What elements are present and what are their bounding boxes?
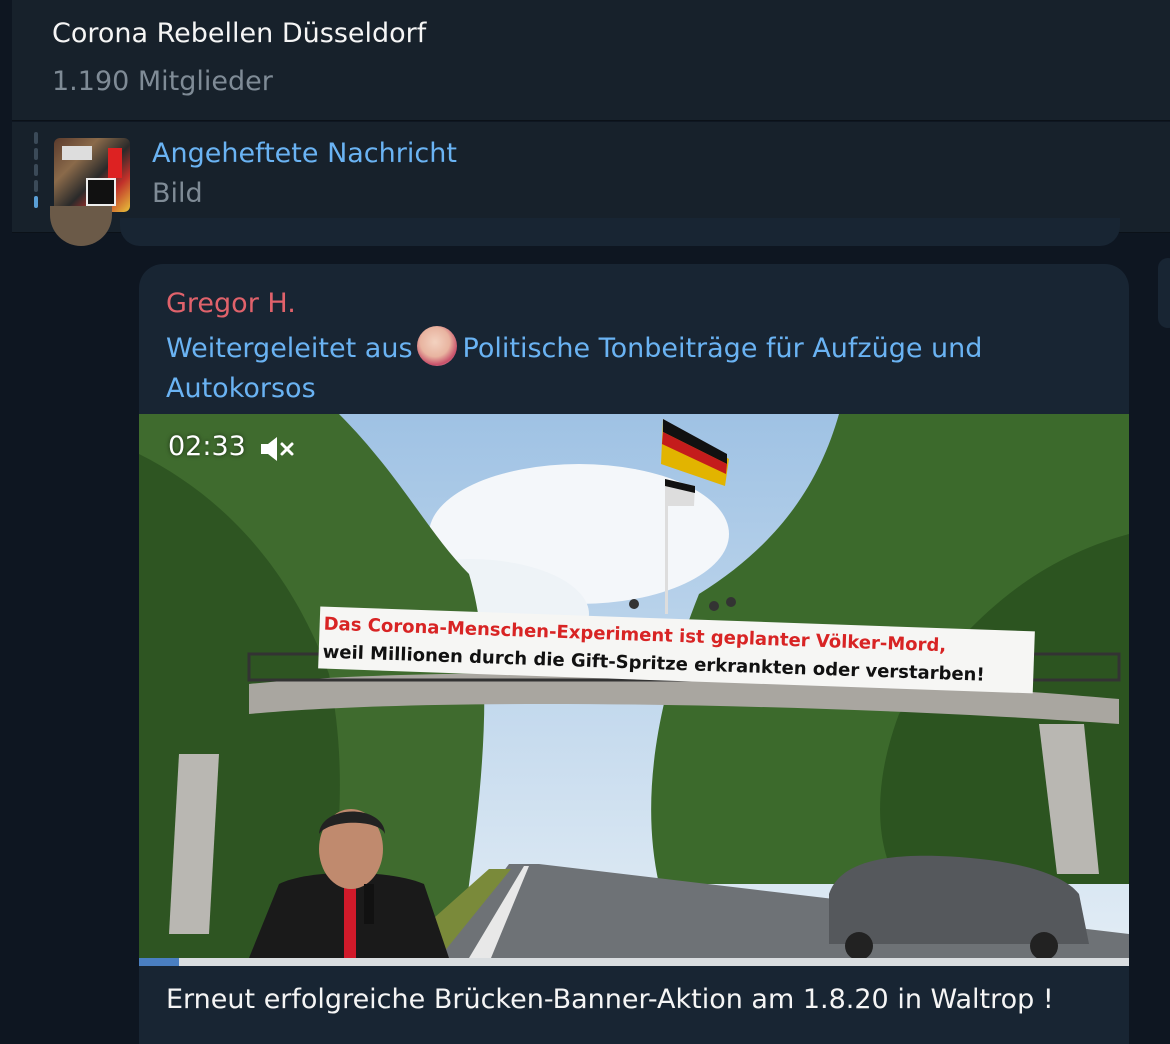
scroll-button[interactable] [1158, 258, 1170, 328]
chat-header[interactable]: Corona Rebellen Düsseldorf 1.190 Mitglie… [12, 0, 1170, 121]
pinned-thumbnail [54, 138, 130, 212]
forward-prefix: Weitergeleitet aus [166, 333, 413, 364]
previous-message-bubble [120, 218, 1120, 246]
pinned-message-bar[interactable]: Angeheftete Nachricht Bild [12, 122, 1170, 233]
sender-avatar[interactable] [50, 206, 112, 246]
pinned-title: Angeheftete Nachricht [152, 138, 457, 169]
speaker-muted-icon[interactable] [259, 434, 297, 464]
chat-title[interactable]: Corona Rebellen Düsseldorf [52, 18, 426, 49]
channel-avatar [416, 326, 457, 366]
member-count: 1.190 Mitglieder [52, 66, 273, 97]
video-progress-fill [139, 958, 179, 966]
video-duration: 02:33 [168, 431, 246, 462]
video-frame: Das Corona-Menschen-Experiment ist gepla… [139, 414, 1129, 958]
pinned-indicator [34, 132, 38, 214]
message-bubble: Gregor H. Weitergeleitet aus Politische T… [139, 264, 1129, 1044]
message-caption: Erneut erfolgreiche Brücken-Banner-Aktio… [166, 984, 1054, 1015]
video-progress-bar[interactable] [139, 958, 1129, 966]
sender-name[interactable]: Gregor H. [166, 288, 296, 319]
pinned-preview: Bild [152, 178, 203, 209]
forwarded-from[interactable]: Weitergeleitet aus Politische Tonbeiträge… [166, 326, 1096, 409]
video-player[interactable]: Das Corona-Menschen-Experiment ist gepla… [139, 414, 1129, 958]
